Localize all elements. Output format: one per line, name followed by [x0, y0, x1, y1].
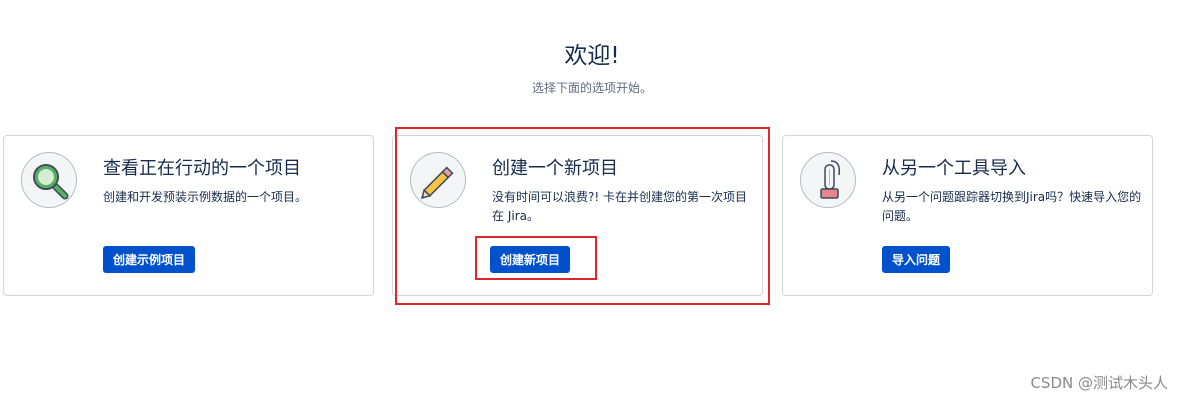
card-title: 从另一个工具导入: [882, 158, 1026, 179]
pencil-icon: [410, 152, 466, 208]
watermark: CSDN @测试木头人: [1030, 374, 1168, 392]
card-title: 查看正在行动的一个项目: [103, 158, 301, 179]
vacuum-icon: [800, 152, 856, 208]
magnifier-icon: [21, 152, 77, 208]
card-description: 从另一个问题跟踪器切换到Jira吗？快速导入您的问题。: [882, 190, 1142, 223]
create-new-project-button[interactable]: 创建新项目: [490, 246, 571, 273]
sample-project-card: 查看正在行动的一个项目 创建和开发预装示例数据的一个项目。 创建示例项目: [3, 135, 374, 296]
page-title: 欢迎!: [564, 43, 620, 69]
import-card: 从另一个工具导入 从另一个问题跟踪器切换到Jira吗？快速导入您的问题。 导入问…: [782, 135, 1153, 296]
card-description: 创建和开发预装示例数据的一个项目。: [103, 190, 308, 204]
card-title: 创建一个新项目: [492, 158, 618, 179]
new-project-card: 创建一个新项目 没有时间可以浪费?! 卡在并创建您的第一次项目在 Jira。 创…: [392, 135, 763, 296]
page-subtitle: 选择下面的选项开始。: [531, 81, 652, 95]
import-issues-button[interactable]: 导入问题: [882, 246, 951, 273]
create-sample-project-button[interactable]: 创建示例项目: [103, 246, 196, 273]
card-description: 没有时间可以浪费?! 卡在并创建您的第一次项目在 Jira。: [492, 190, 747, 223]
